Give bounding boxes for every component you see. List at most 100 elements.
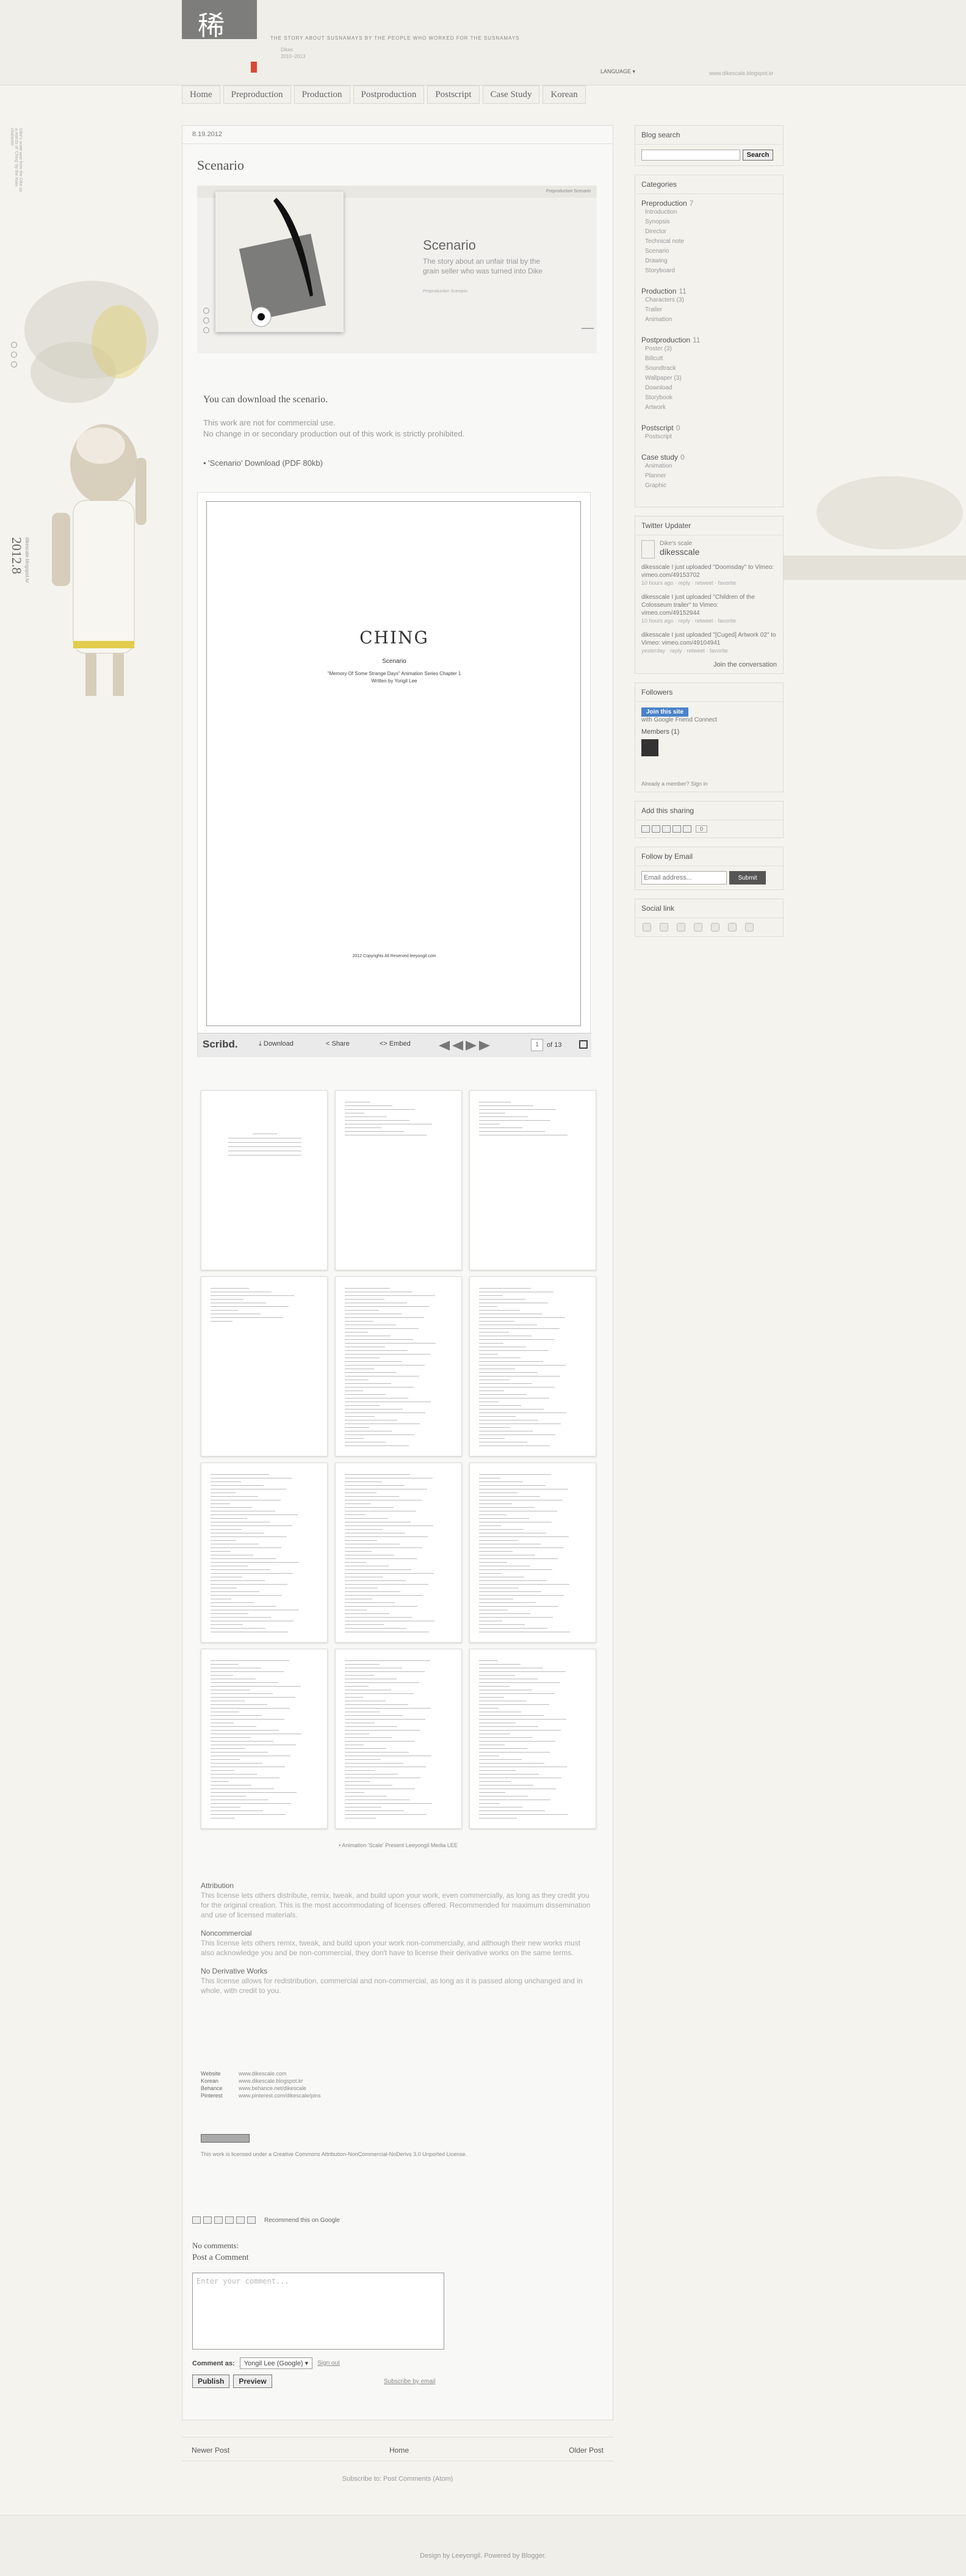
older-post-link[interactable]: Older Post [569, 2446, 604, 2455]
page-thumbnail[interactable] [335, 1276, 462, 1456]
home-link[interactable]: Home [389, 2446, 409, 2455]
category-item[interactable]: Animation [641, 315, 777, 325]
sign-out-link[interactable]: Sign out [317, 2360, 340, 2367]
slide-dot[interactable] [11, 342, 17, 348]
prev-page-icon[interactable] [452, 1041, 463, 1051]
slide-dot[interactable] [11, 352, 17, 358]
google-plus-icon[interactable] [677, 923, 685, 932]
category-item[interactable]: Director [641, 227, 777, 237]
page-thumbnail[interactable] [335, 1090, 462, 1270]
hero-dot[interactable] [203, 327, 209, 333]
category-heading[interactable]: Preproduction 7 [641, 199, 777, 208]
page-thumbnail[interactable] [335, 1649, 462, 1829]
category-heading[interactable]: Case study 0 [641, 453, 777, 461]
first-page-icon[interactable] [439, 1041, 450, 1051]
embed-button[interactable]: <> Embed [380, 1040, 411, 1047]
page-thumbnail[interactable] [201, 1276, 328, 1456]
already-member[interactable]: Already a member? Sign in [641, 781, 777, 787]
blog-url[interactable]: www.dikescale.blogspot.kr [709, 70, 774, 76]
fullscreen-icon[interactable] [579, 1040, 588, 1049]
category-item[interactable]: Artwork [641, 403, 777, 413]
search-button[interactable]: Search [743, 150, 773, 161]
search-input[interactable] [641, 150, 740, 161]
blogthis-icon[interactable] [203, 2216, 212, 2224]
language-select[interactable]: LANGUAGE ▾ [600, 68, 635, 75]
pinterest-icon[interactable] [728, 923, 737, 932]
twitter-avatar[interactable] [641, 540, 655, 559]
nav-production[interactable]: Production [294, 85, 350, 104]
cc-license-badge[interactable] [201, 2134, 250, 2143]
email-icon[interactable] [192, 2216, 201, 2224]
link-row[interactable]: Website www.dikescale.com [201, 2070, 321, 2077]
category-item[interactable]: Scenario [641, 247, 777, 256]
subscribe-posts[interactable]: Subscribe to: Post Comments (Atom) [182, 2475, 613, 2483]
category-item[interactable]: Technical note [641, 237, 777, 247]
category-item[interactable]: Introduction [641, 208, 777, 217]
category-item[interactable]: Drawing [641, 256, 777, 266]
plus-icon[interactable] [672, 825, 681, 833]
comment-textarea[interactable]: Enter your comment... [192, 2273, 444, 2350]
subscribe-email-link[interactable]: Subscribe by email [384, 2378, 435, 2385]
category-item[interactable]: Billcutt [641, 354, 777, 364]
download-link[interactable]: • 'Scenario' Download (PDF 80kb) [203, 458, 323, 468]
category-item[interactable]: Download [641, 383, 777, 393]
facebook-icon[interactable] [660, 923, 668, 932]
share-icon[interactable] [683, 825, 691, 833]
hero-next-button[interactable] [582, 328, 594, 329]
page-thumbnail[interactable] [201, 1463, 328, 1643]
slide-dot[interactable] [11, 361, 17, 367]
nav-postscript[interactable]: Postscript [427, 85, 480, 104]
category-item[interactable]: Animation [641, 461, 777, 471]
category-heading[interactable]: Postproduction 11 [641, 336, 777, 344]
category-item[interactable]: Wallpaper (3) [641, 374, 777, 383]
category-item[interactable]: Graphic [641, 481, 777, 491]
newer-post-link[interactable]: Newer Post [192, 2446, 229, 2455]
twitter-icon[interactable] [214, 2216, 223, 2224]
share-button[interactable]: < Share [326, 1040, 350, 1047]
youtube-icon[interactable] [694, 923, 702, 932]
category-heading[interactable]: Production 11 [641, 287, 777, 295]
facebook-icon[interactable] [641, 825, 650, 833]
vimeo-icon[interactable] [711, 923, 719, 932]
category-item[interactable]: Synopsis [641, 217, 777, 227]
page-thumbnail[interactable] [469, 1649, 596, 1829]
category-item[interactable]: Poster (3) [641, 344, 777, 354]
category-item[interactable]: Planner [641, 471, 777, 481]
download-button[interactable]: ⤓ Download [259, 1040, 294, 1048]
page-thumbnail[interactable] [201, 1649, 328, 1829]
hero-dot[interactable] [203, 308, 209, 314]
twitter-icon[interactable] [652, 825, 660, 833]
cc-license-text[interactable]: This work is licensed under a Creative C… [201, 2151, 467, 2157]
facebook-icon[interactable] [225, 2216, 234, 2224]
category-item[interactable]: Trailer [641, 305, 777, 315]
member-avatar[interactable] [641, 739, 658, 756]
tweet[interactable]: dikesscale I just uploaded "[Cuged] Artw… [641, 631, 777, 655]
behance-icon[interactable] [745, 923, 754, 932]
next-page-icon[interactable] [466, 1041, 477, 1051]
link-row[interactable]: Pinterest www.pinterest.com/dikescale/pin… [201, 2092, 321, 2099]
blog-logo[interactable]: 稀 [182, 0, 257, 42]
hero-links[interactable]: Preproduction Scenario [546, 189, 591, 194]
link-row[interactable]: Behance www.behance.net/dikescale [201, 2085, 321, 2092]
email-icon[interactable] [662, 825, 671, 833]
nav-case-study[interactable]: Case Study [482, 85, 540, 104]
link-row[interactable]: Korean www.dikescale.blogspot.kr [201, 2077, 321, 2085]
page-thumbnail[interactable] [469, 1090, 596, 1270]
preview-button[interactable]: Preview [233, 2375, 272, 2388]
page-thumbnail[interactable] [469, 1276, 596, 1456]
email-input[interactable] [641, 871, 727, 885]
join-conversation-link[interactable]: Join the conversation [641, 661, 777, 668]
publish-button[interactable]: Publish [192, 2375, 230, 2388]
twitter-icon[interactable] [643, 923, 651, 932]
tweet[interactable]: dikesscale I just uploaded "Children of … [641, 593, 777, 625]
submit-button[interactable]: Submit [729, 871, 766, 885]
account-select[interactable]: Yongil Lee (Google) ▾ [239, 2357, 313, 2369]
nav-korean[interactable]: Korean [542, 85, 586, 104]
nav-preproduction[interactable]: Preproduction [223, 85, 291, 104]
category-item[interactable]: Storybook [641, 393, 777, 403]
category-item[interactable]: Storyboard [641, 266, 777, 276]
category-heading[interactable]: Postscript 0 [641, 424, 777, 432]
pinterest-icon[interactable] [236, 2216, 245, 2224]
category-item[interactable]: Soundtrack [641, 364, 777, 374]
join-site-button[interactable]: Join this site [641, 707, 689, 717]
